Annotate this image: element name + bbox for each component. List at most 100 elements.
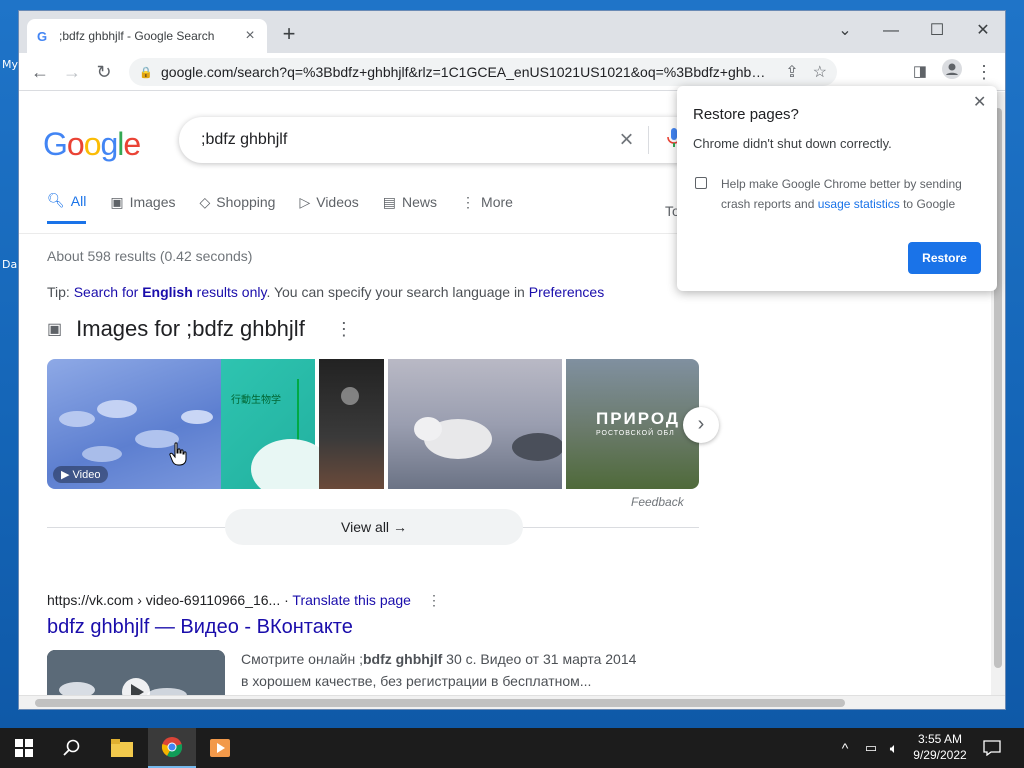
close-tab-icon[interactable]: ×: [243, 27, 257, 45]
tab-videos[interactable]: ▷ Videos: [299, 192, 358, 224]
snippet-text: Смотрите онлайн ;: [241, 651, 363, 667]
crash-report-checkbox[interactable]: [695, 177, 707, 189]
moon-shape: [341, 387, 359, 405]
bookmark-star-icon[interactable]: ☆: [813, 62, 827, 82]
notification-icon[interactable]: [978, 728, 1006, 768]
search-box[interactable]: ;bdfz ghbhjlf ×: [179, 117, 699, 163]
tab-search-chevron-icon[interactable]: ⌄: [831, 17, 859, 45]
side-panel-icon[interactable]: ◨: [907, 59, 933, 85]
media-player-icon[interactable]: [196, 728, 244, 768]
tip-link-part[interactable]: results only: [193, 284, 267, 300]
clear-search-icon[interactable]: ×: [605, 126, 649, 154]
image-thumbnail-swans-video[interactable]: ▶ Video: [47, 359, 221, 489]
snippet-bold: bdfz ghbhjlf: [362, 651, 443, 667]
tab-images[interactable]: ▣ Images: [110, 192, 175, 224]
google-favicon-icon: G: [37, 28, 48, 44]
tip-middle: . You can specify your search language i…: [266, 284, 529, 300]
google-logo[interactable]: Google: [43, 126, 141, 163]
tip-link-part[interactable]: Search for: [74, 284, 142, 300]
carousel-next-button[interactable]: ›: [683, 407, 719, 443]
tab-label: Shopping: [216, 194, 276, 210]
play-icon: ▷: [299, 193, 311, 210]
preferences-link[interactable]: Preferences: [529, 284, 604, 300]
taskbar: ^ ▭ 🔈︎ 3:55 AM 9/29/2022: [0, 728, 1024, 768]
tab-news[interactable]: ▤ News: [383, 192, 437, 224]
close-icon[interactable]: ✕: [973, 92, 986, 112]
profile-avatar-icon[interactable]: [939, 59, 965, 85]
title-bar: G ;bdfz ghbhjlf - Google Search × + ⌄ — …: [19, 11, 1005, 53]
more-options-icon[interactable]: ⋮: [335, 319, 353, 340]
tab-label: All: [70, 192, 87, 209]
forward-arrow-icon[interactable]: →: [59, 59, 85, 85]
restore-button[interactable]: Restore: [908, 242, 981, 274]
tab-title: ;bdfz ghbhjlf - Google Search: [59, 29, 215, 43]
search-icon: 🔍︎: [47, 192, 65, 208]
tab-all[interactable]: 🔍︎ All: [47, 192, 87, 224]
snippet-text: 30 с. Видео от 31 марта 2014: [442, 651, 637, 667]
horizontal-scrollbar[interactable]: [19, 695, 1005, 709]
windows-start-icon[interactable]: [0, 728, 48, 768]
image-thumbnail-book[interactable]: 行動生物学: [221, 359, 331, 489]
share-icon[interactable]: ⇪: [785, 62, 798, 82]
taskbar-clock[interactable]: 3:55 AM 9/29/2022: [906, 731, 974, 763]
new-tab-button[interactable]: +: [277, 23, 301, 47]
more-options-icon[interactable]: ⋮: [427, 592, 441, 608]
search-nav-tabs: 🔍︎ All ▣ Images ◇ Shopping ▷ Videos ▤ News ⋮ M…: [47, 192, 513, 224]
tab-label: More: [481, 194, 513, 210]
file-explorer-icon[interactable]: [98, 728, 146, 768]
desktop-icon-label[interactable]: Da: [2, 258, 17, 271]
chrome-menu-icon[interactable]: ⋮: [971, 59, 997, 85]
hand-cursor-icon: [169, 442, 187, 466]
tab-more[interactable]: ⋮ More: [461, 192, 513, 224]
thumb-sub-text: РОСТОВСКОЙ ОБЛ: [596, 430, 675, 437]
checkbox-text: to Google: [899, 197, 956, 211]
checkbox-label: Help make Google Chrome better by sendin…: [721, 174, 981, 214]
lock-icon[interactable]: 🔒: [139, 66, 161, 79]
chrome-taskbar-icon[interactable]: [148, 728, 196, 768]
image-thumbnail-night[interactable]: [319, 359, 384, 489]
image-thumbnail-nature[interactable]: ПРИРОД РОСТОВСКОЙ ОБЛ: [566, 359, 699, 489]
volume-icon[interactable]: 🔈︎: [882, 728, 906, 768]
result-breadcrumb: https://vk.com › video-69110966_16... · …: [47, 592, 441, 608]
minimize-button[interactable]: —: [877, 17, 905, 45]
search-input[interactable]: ;bdfz ghbhjlf: [201, 131, 605, 149]
dialog-subtitle: Chrome didn't shut down correctly.: [693, 136, 892, 151]
tab-shopping[interactable]: ◇ Shopping: [200, 192, 276, 224]
news-icon: ▤: [382, 193, 397, 210]
image-thumbnail-seals[interactable]: [388, 359, 562, 489]
snippet-text: в хорошем качестве, без регистрации в бе…: [241, 673, 592, 689]
result-title-link[interactable]: bdfz ghbhjlf — Видео - ВКонтакте: [47, 616, 353, 639]
address-bar[interactable]: 🔒 google.com/search?q=%3Bbdfz+ghbhjlf&rl…: [129, 58, 837, 86]
clock-date: 9/29/2022: [913, 748, 967, 762]
tag-icon: ◇: [199, 193, 211, 210]
browser-tab[interactable]: G ;bdfz ghbhjlf - Google Search ×: [27, 19, 267, 53]
book-cover-text: 行動生物学: [231, 395, 281, 406]
desktop-icon-label[interactable]: My: [2, 58, 18, 71]
usage-statistics-link[interactable]: usage statistics: [818, 197, 900, 211]
reload-icon[interactable]: ↻: [91, 59, 117, 85]
scroll-thumb[interactable]: [35, 699, 845, 707]
clock-time: 3:55 AM: [917, 732, 963, 746]
images-section-header: ▣ Images for ;bdfz ghbhjlf ⋮: [47, 316, 353, 342]
tab-label: Images: [129, 194, 176, 210]
back-arrow-icon[interactable]: ←: [27, 59, 53, 85]
tip-link-bold[interactable]: English: [142, 284, 193, 300]
url-text[interactable]: google.com/search?q=%3Bbdfz+ghbhjlf&rlz=…: [161, 64, 771, 80]
view-all-label: View all: [341, 519, 390, 535]
close-window-button[interactable]: ✕: [969, 17, 997, 45]
tab-label: News: [402, 194, 438, 210]
chevron-up-icon[interactable]: ^: [834, 728, 856, 768]
view-all-button[interactable]: View all →: [225, 509, 523, 545]
translate-link[interactable]: Translate this page: [292, 592, 411, 608]
result-video-thumbnail[interactable]: [47, 650, 225, 695]
result-snippet: Смотрите онлайн ;bdfz ghbhjlf 30 с. Виде…: [241, 648, 661, 692]
maximize-button[interactable]: ☐: [923, 17, 951, 45]
result-stats: About 598 results (0.42 seconds): [47, 248, 253, 264]
english-results-link[interactable]: Search for English results only: [74, 284, 267, 300]
feedback-link[interactable]: Feedback: [631, 495, 684, 509]
result-url[interactable]: https://vk.com › video-69110966_16...: [47, 592, 280, 608]
network-icon[interactable]: ▭: [858, 728, 884, 768]
language-tip: Tip: Search for English results only. Yo…: [47, 284, 604, 300]
image-icon: ▣: [47, 321, 63, 338]
search-icon[interactable]: [48, 728, 96, 768]
